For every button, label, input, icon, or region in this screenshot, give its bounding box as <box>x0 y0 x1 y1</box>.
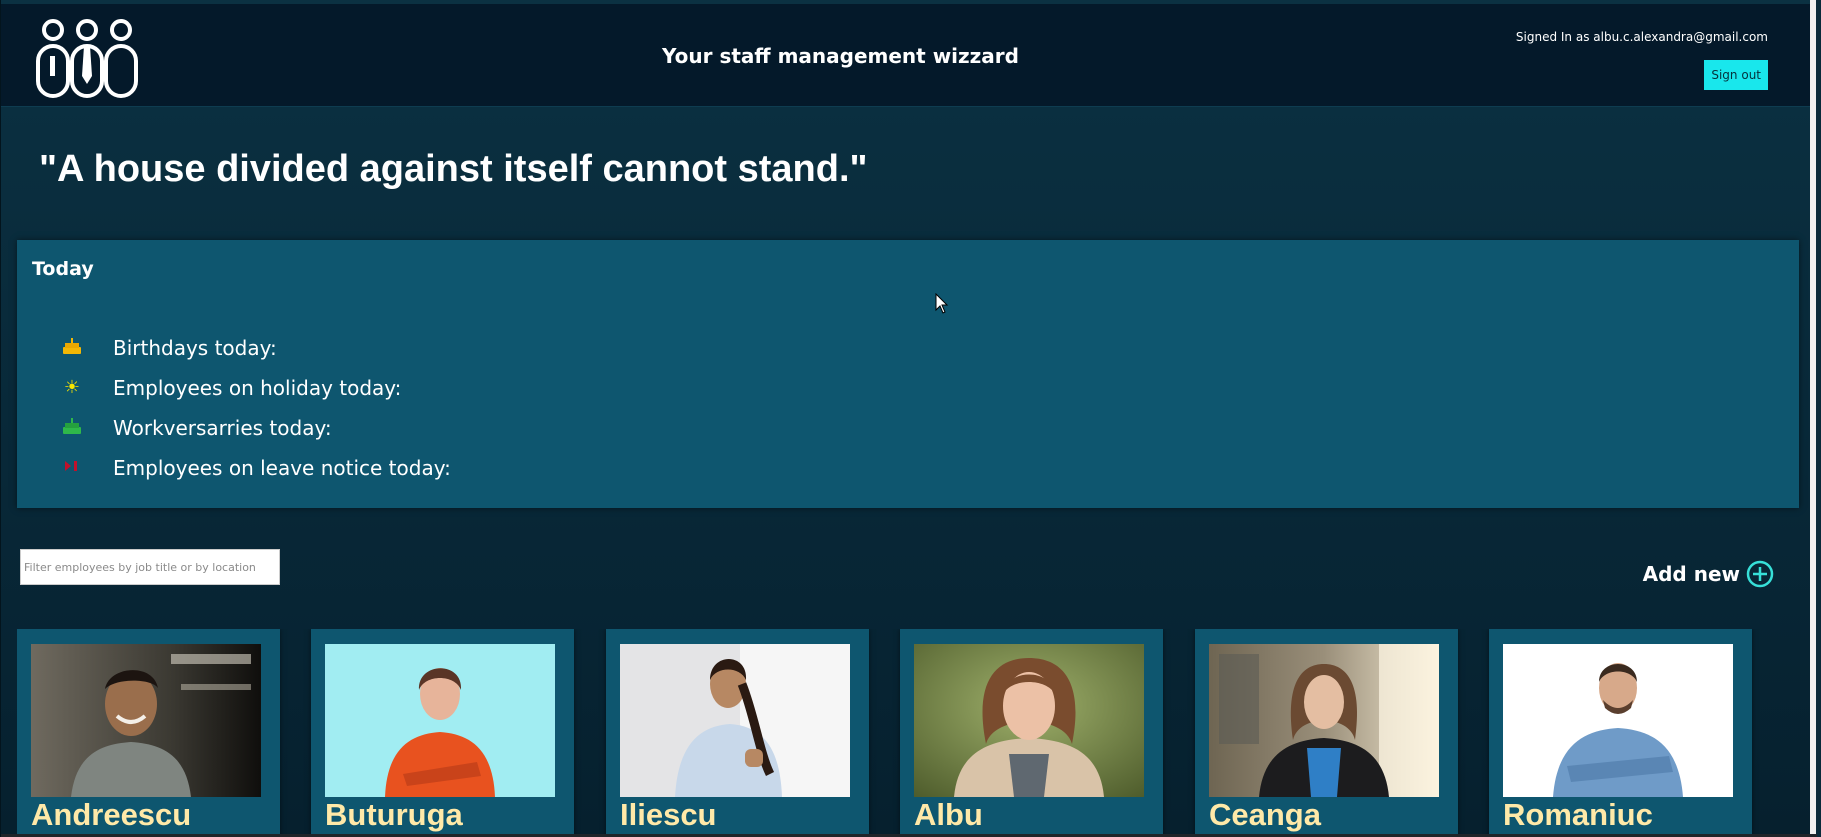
add-new-label: Add new <box>1642 562 1740 586</box>
employee-card[interactable]: Ceanga <box>1195 629 1458 837</box>
employee-photo <box>325 644 555 797</box>
employee-card-list: Andreescu Buturuga Iliescu Albu Ceanga R… <box>17 629 1807 837</box>
signed-in-text: Signed In as albu.c.alexandra@gmail.com <box>1515 30 1768 44</box>
cake-icon <box>61 337 83 359</box>
add-new-button[interactable]: Add new <box>1643 560 1774 588</box>
employee-photo <box>620 644 850 797</box>
employee-card[interactable]: Andreescu <box>17 629 280 837</box>
employee-photo <box>914 644 1144 797</box>
plus-circle-icon[interactable] <box>1746 560 1774 588</box>
sign-out-button[interactable]: Sign out <box>1704 60 1768 90</box>
cake-icon <box>61 417 83 439</box>
filter-employees-input[interactable] <box>20 549 280 585</box>
today-item-workversaries: Workversarries today: <box>61 408 451 448</box>
employee-name: Ceanga <box>1209 797 1321 832</box>
today-panel: Today Birthdays today: ☀ Employees on ho… <box>17 240 1799 508</box>
leave-icon <box>61 457 83 479</box>
mouse-cursor-icon <box>935 293 949 314</box>
today-heading: Today <box>32 258 94 280</box>
employee-card[interactable]: Iliescu <box>606 629 869 837</box>
employee-name: Albu <box>914 797 983 832</box>
today-item-birthdays: Birthdays today: <box>61 328 451 368</box>
employee-card[interactable]: Albu <box>900 629 1163 837</box>
employee-photo <box>31 644 261 797</box>
employee-photo <box>1209 644 1439 797</box>
holiday-label: Employees on holiday today: <box>113 376 402 400</box>
birthdays-label: Birthdays today: <box>113 336 277 360</box>
leave-label: Employees on leave notice today: <box>113 456 451 480</box>
employee-photo <box>1503 644 1733 797</box>
employee-name: Andreescu <box>31 797 192 832</box>
workversaries-label: Workversarries today: <box>113 416 332 440</box>
employee-name: Buturuga <box>325 797 463 832</box>
today-list: Birthdays today: ☀ Employees on holiday … <box>61 328 451 488</box>
today-item-leave: Employees on leave notice today: <box>61 448 451 488</box>
employee-name: Iliescu <box>620 797 717 832</box>
employee-card[interactable]: Romaniuc <box>1489 629 1752 837</box>
today-item-holiday: ☀ Employees on holiday today: <box>61 368 451 408</box>
sun-icon: ☀ <box>63 377 81 398</box>
app-title: Your staff management wizzard <box>662 44 1019 68</box>
app-window: Your staff management wizzard Signed In … <box>0 0 1817 837</box>
employee-card[interactable]: Buturuga <box>311 629 574 837</box>
employee-name: Romaniuc <box>1503 797 1653 832</box>
top-header: Your staff management wizzard Signed In … <box>1 4 1810 107</box>
quote-text: "A house divided against itself cannot s… <box>39 148 868 190</box>
